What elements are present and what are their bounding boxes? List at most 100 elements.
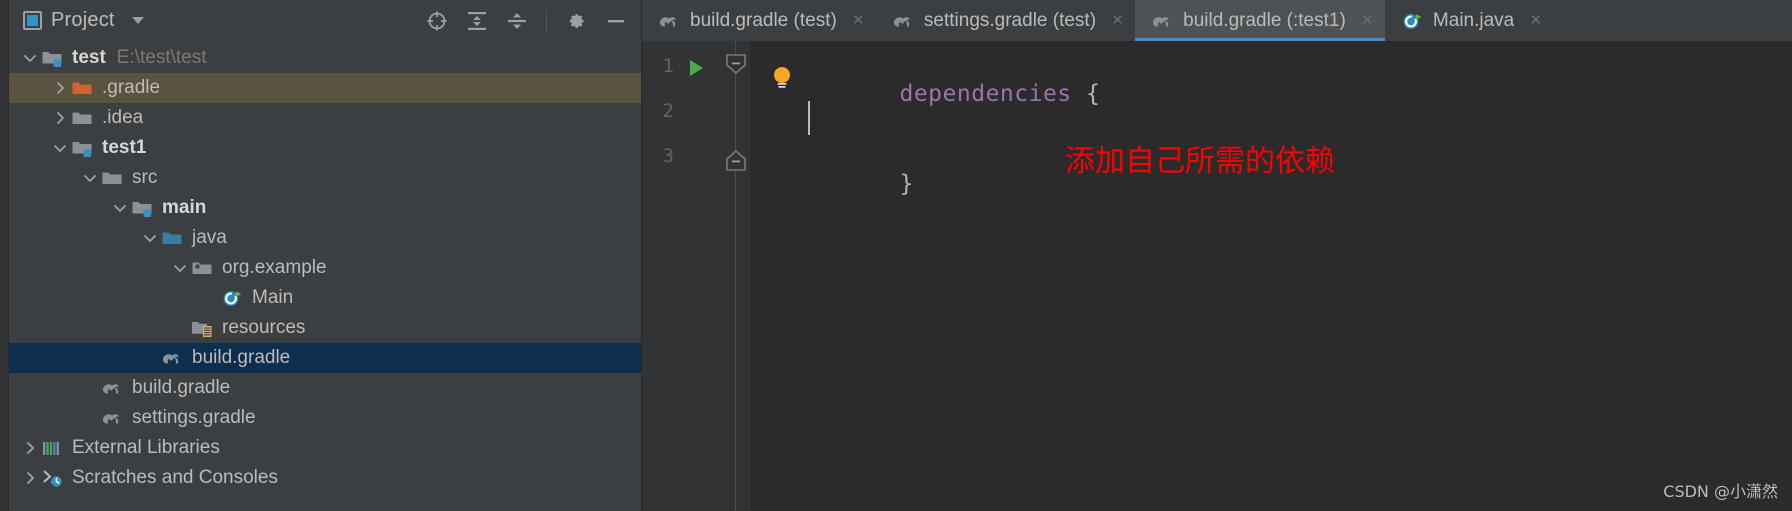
- gradle-file-icon: [658, 10, 680, 32]
- tree-row-resources[interactable]: resources: [9, 313, 641, 343]
- expand-all-icon[interactable]: [466, 10, 488, 32]
- code-text-area[interactable]: dependencies { } 添加自己所需的依赖: [750, 41, 1792, 511]
- tree-row-build-gradle[interactable]: build.gradle: [9, 343, 641, 373]
- tree-row-external-libraries[interactable]: External Libraries: [9, 433, 641, 463]
- open-brace: {: [1071, 81, 1101, 107]
- close-icon[interactable]: ×: [1112, 11, 1123, 30]
- fold-end-icon[interactable]: [724, 149, 748, 178]
- tree-row-label: Scratches and Consoles: [72, 467, 278, 488]
- tree-row-label: main: [162, 197, 207, 218]
- locate-target-icon[interactable]: [426, 10, 448, 32]
- tree-row-label: test: [72, 47, 106, 68]
- twisty-placeholder: [79, 407, 101, 429]
- chevron-right-icon[interactable]: [49, 107, 71, 129]
- editor-area: build.gradle (test) × settings.gradle (tes…: [642, 0, 1792, 511]
- tree-row-label: test1: [102, 137, 147, 158]
- editor-tab-main-java[interactable]: Main.java ×: [1385, 0, 1553, 41]
- chevron-down-icon[interactable]: [19, 47, 41, 69]
- folder-icon: [71, 107, 93, 129]
- editor-tab-label: build.gradle (:test1): [1183, 9, 1346, 31]
- line-number: 3: [662, 145, 674, 167]
- intention-bulb-icon[interactable]: [770, 65, 794, 96]
- tree-row-label: src: [132, 167, 158, 188]
- tree-row-label: External Libraries: [72, 437, 220, 458]
- chevron-down-icon[interactable]: [109, 197, 131, 219]
- chevron-down-icon[interactable]: [131, 17, 144, 24]
- chevron-right-icon[interactable]: [19, 467, 41, 489]
- code-editor[interactable]: 1 2 3 dependencies {} 添加自己所需的依赖: [642, 41, 1792, 511]
- close-icon[interactable]: ×: [853, 11, 864, 30]
- project-panel-header: Project: [9, 0, 641, 41]
- watermark: CSDN @小潇然: [1663, 482, 1778, 501]
- java-class-run-icon: [1401, 10, 1423, 32]
- close-brace: }: [899, 171, 914, 197]
- gradle-file-icon: [1151, 10, 1173, 32]
- tree-row-scratches-and-consoles[interactable]: Scratches and Consoles: [9, 463, 641, 493]
- fold-collapse-icon[interactable]: [724, 52, 748, 81]
- line-number: 1: [662, 55, 674, 77]
- tree-row-src[interactable]: src: [9, 163, 641, 193]
- chevron-down-icon[interactable]: [169, 257, 191, 279]
- folder-icon: [101, 167, 123, 189]
- project-window-icon: [23, 11, 42, 30]
- twisty-placeholder: [139, 347, 161, 369]
- left-tool-window-bar[interactable]: [0, 0, 9, 511]
- tree-row-label: java: [192, 227, 227, 248]
- twisty-placeholder: [199, 287, 221, 309]
- project-tool-window: Project test E:\test\test .gradle .idea …: [9, 0, 642, 511]
- tree-row-main[interactable]: Main: [9, 283, 641, 313]
- editor-tab-label: Main.java: [1432, 9, 1515, 31]
- gradle-file-icon: [101, 407, 123, 429]
- collapse-all-icon[interactable]: [506, 10, 528, 32]
- gradle-file-icon: [161, 347, 183, 369]
- project-view-selector[interactable]: Project: [23, 9, 144, 32]
- ide-window: Project test E:\test\test .gradle .idea …: [0, 0, 1792, 511]
- tree-row-test[interactable]: test E:\test\test: [9, 43, 641, 73]
- project-tree[interactable]: test E:\test\test .gradle .idea test1 src main…: [9, 41, 641, 511]
- tree-row--gradle[interactable]: .gradle: [9, 73, 641, 103]
- chevron-down-icon[interactable]: [139, 227, 161, 249]
- resources-folder-icon: [191, 317, 213, 339]
- tree-row-path: E:\test\test: [116, 47, 207, 68]
- text-caret: [808, 101, 810, 135]
- tree-row-label: Main: [252, 287, 294, 308]
- tree-row-build-gradle[interactable]: build.gradle: [9, 373, 641, 403]
- chevron-down-icon[interactable]: [79, 167, 101, 189]
- module-folder-icon: [41, 47, 63, 69]
- close-icon[interactable]: ×: [1362, 11, 1373, 30]
- code-line-3: }: [756, 145, 914, 223]
- tree-row-main[interactable]: main: [9, 193, 641, 223]
- tree-row-label: build.gradle: [192, 347, 291, 368]
- editor-tab-build-gradle-test-[interactable]: build.gradle (test) ×: [642, 0, 876, 41]
- chevron-right-icon[interactable]: [49, 77, 71, 99]
- chevron-down-icon[interactable]: [49, 137, 71, 159]
- chevron-right-icon[interactable]: [19, 437, 41, 459]
- module-folder-icon: [131, 197, 153, 219]
- keyword-dependencies: dependencies: [899, 81, 1072, 107]
- scratches-icon: [41, 467, 63, 489]
- editor-tab-build-gradle-test1-[interactable]: build.gradle (:test1) ×: [1135, 0, 1385, 41]
- tree-row-java[interactable]: java: [9, 223, 641, 253]
- source-root-folder-icon: [161, 227, 183, 249]
- editor-tab-label: build.gradle (test): [690, 9, 837, 31]
- gear-icon[interactable]: [565, 10, 587, 32]
- editor-fold-column[interactable]: [722, 41, 750, 511]
- tree-row-label: org.example: [222, 257, 327, 278]
- package-icon: [191, 257, 213, 279]
- editor-tab-label: settings.gradle (test): [923, 9, 1097, 31]
- tree-row-org-example[interactable]: org.example: [9, 253, 641, 283]
- gradle-file-icon: [101, 377, 123, 399]
- close-icon[interactable]: ×: [1530, 11, 1541, 30]
- toolbar-separator: [546, 9, 547, 32]
- editor-tab-settings-gradle-test-[interactable]: settings.gradle (test) ×: [876, 0, 1135, 41]
- editor-tab-bar[interactable]: build.gradle (test) × settings.gradle (tes…: [642, 0, 1792, 41]
- run-green-triangle-icon[interactable]: [686, 57, 706, 84]
- editor-gutter[interactable]: 1 2 3: [642, 41, 722, 511]
- minimize-icon[interactable]: [605, 10, 627, 32]
- module-folder-icon: [71, 137, 93, 159]
- tree-row-settings-gradle[interactable]: settings.gradle: [9, 403, 641, 433]
- tree-row-label: settings.gradle: [132, 407, 256, 428]
- tree-row--idea[interactable]: .idea: [9, 103, 641, 133]
- tree-row-label: resources: [222, 317, 306, 338]
- tree-row-test1[interactable]: test1: [9, 133, 641, 163]
